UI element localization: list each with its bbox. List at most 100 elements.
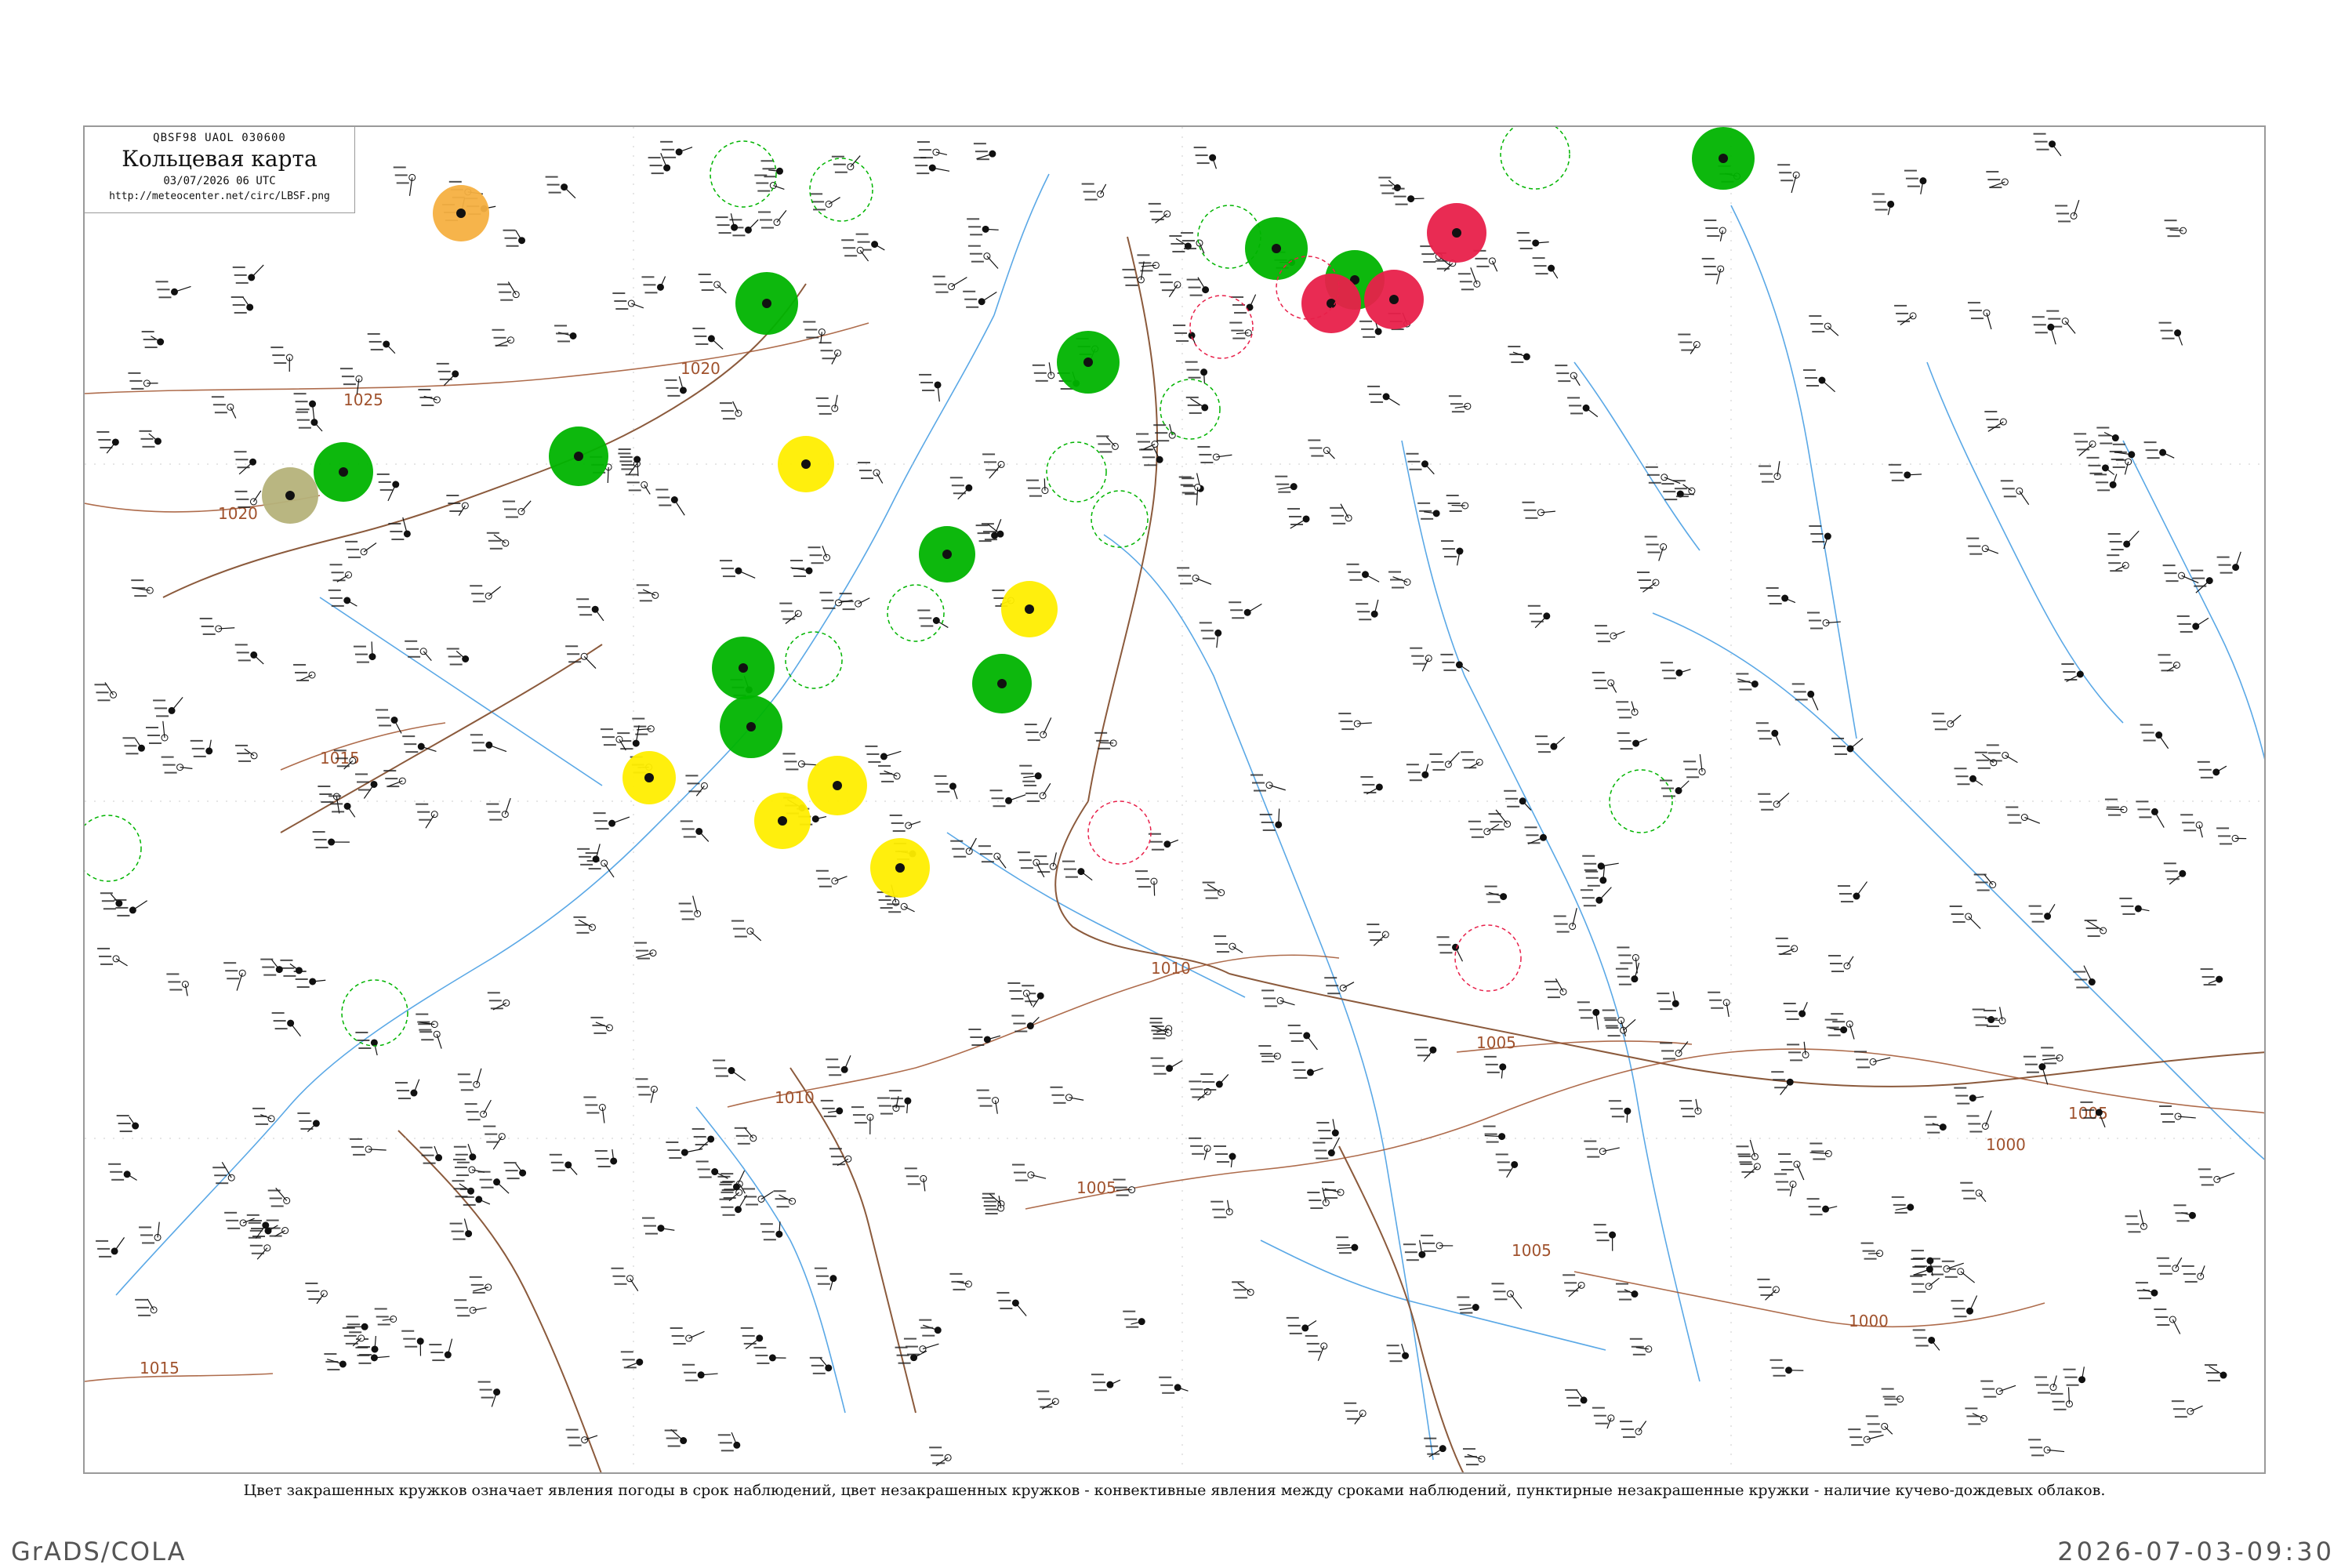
station-value-mark	[827, 1066, 840, 1069]
rain-dashed-circle[interactable]	[710, 140, 777, 208]
station-value-mark	[325, 1360, 339, 1363]
station-value-mark	[922, 1334, 935, 1337]
station-value-mark	[157, 289, 170, 291]
station-value-mark	[1347, 1417, 1360, 1420]
station-value-mark	[1192, 1152, 1205, 1155]
station-value-mark	[1986, 419, 1999, 421]
rain-dashed-circle[interactable]	[809, 158, 873, 222]
station-dot	[1163, 840, 1171, 848]
station-value-mark	[251, 1252, 264, 1254]
station-value-mark	[1007, 982, 1021, 984]
station-value-mark	[2175, 1212, 2188, 1214]
station-glyph	[904, 1167, 927, 1192]
station-glyph	[2180, 814, 2203, 838]
station-glyph	[1213, 935, 1243, 953]
station-glyph	[963, 290, 997, 308]
station-value-mark	[2201, 976, 2215, 978]
station-value-mark	[139, 430, 152, 432]
station-value-mark	[1311, 455, 1324, 457]
station-value-mark	[666, 1437, 679, 1439]
station-value-mark	[1584, 869, 1597, 871]
station-value-mark	[446, 494, 459, 496]
station-value-mark	[809, 554, 822, 557]
station-value-mark	[1868, 1431, 1882, 1433]
wind-barb	[387, 484, 397, 502]
station-value-mark	[370, 348, 383, 350]
station-glyph	[1766, 587, 1796, 605]
station-value-mark	[2076, 986, 2089, 989]
station-value-mark	[329, 564, 343, 566]
station-value-mark	[1709, 999, 1722, 1001]
station-value-mark	[485, 1133, 498, 1135]
station-glyph	[1615, 1283, 1639, 1301]
station-value-mark	[1403, 1243, 1416, 1246]
rain-dashed-circle[interactable]	[1160, 379, 1221, 440]
station-value-mark	[1849, 1436, 1863, 1439]
station-value-mark	[2055, 205, 2068, 207]
station-value-mark	[330, 803, 343, 805]
station-value-mark	[2184, 1280, 2198, 1283]
station-value-mark	[99, 1255, 112, 1258]
station-dot	[417, 742, 425, 750]
station-value-mark	[1458, 1304, 1472, 1306]
station-dot	[1617, 1017, 1625, 1025]
station-value-mark	[1686, 776, 1700, 779]
station-dot	[339, 467, 348, 477]
station-value-mark	[1618, 1298, 1632, 1301]
station-value-mark	[593, 1032, 607, 1034]
station-value-mark	[1508, 346, 1521, 348]
station-value-mark	[1787, 1044, 1800, 1046]
station-value-mark	[436, 362, 449, 365]
station-dot	[2159, 448, 2167, 456]
station-value-mark	[2174, 1416, 2187, 1418]
station-glyph	[252, 1107, 275, 1125]
station-value-mark	[585, 1104, 598, 1106]
map-canvas[interactable]: 1025102010201015101510101010100510051005…	[85, 127, 2266, 1474]
station-value-mark	[2173, 1204, 2187, 1207]
station-value-mark	[1065, 876, 1078, 878]
station-value-mark	[2026, 1071, 2039, 1073]
station-value-mark	[357, 1039, 370, 1041]
station-value-mark	[820, 1099, 833, 1102]
station-value-mark	[267, 1189, 281, 1192]
map-url[interactable]: http://meteocenter.net/circ/LBSF.png	[85, 191, 354, 202]
station-value-mark	[1469, 828, 1483, 830]
wind-barb	[1207, 884, 1221, 894]
rain-dashed-circle[interactable]	[1500, 127, 1570, 190]
synoptic-map[interactable]: 1025 1020 1020 1015 1015 1010 1010 1005 1005 1005…	[83, 125, 2266, 1474]
station-value-mark	[1779, 172, 1792, 174]
thunder-dashed-circle[interactable]	[1087, 800, 1152, 865]
station-dot	[769, 182, 777, 190]
thunder-dashed-circle[interactable]	[1454, 924, 1522, 992]
wind-barb	[2019, 490, 2030, 506]
station-glyph	[573, 916, 596, 934]
station-value-mark	[473, 601, 486, 603]
station-value-mark	[898, 1362, 911, 1364]
rain-dashed-circle[interactable]	[341, 979, 408, 1047]
rain-dashed-circle[interactable]	[1046, 441, 1107, 503]
rain-dashed-circle[interactable]	[85, 815, 142, 882]
station-value-mark	[826, 1058, 839, 1061]
station-value-mark	[1661, 1050, 1675, 1052]
station-glyph	[436, 362, 459, 387]
rain-dashed-circle[interactable]	[887, 584, 945, 642]
rain-dashed-circle[interactable]	[1091, 490, 1149, 548]
station-value-mark	[269, 1235, 282, 1237]
station-value-mark	[343, 1334, 357, 1337]
station-value-mark	[782, 753, 796, 755]
station-value-mark	[2034, 140, 2048, 143]
station-value-mark	[2005, 806, 2019, 808]
station-glyph	[212, 1162, 235, 1185]
station-value-mark	[878, 764, 891, 767]
station-value-mark	[1025, 479, 1039, 481]
station-glyph	[919, 373, 942, 402]
station-glyph	[818, 342, 842, 365]
station-value-mark	[1759, 800, 1773, 803]
station-value-mark	[720, 1206, 734, 1208]
station-dot	[746, 722, 756, 731]
station-dot	[475, 1196, 483, 1203]
thunder-dashed-circle[interactable]	[1189, 295, 1254, 359]
station-value-mark	[2218, 564, 2231, 566]
station-value-mark	[1310, 1207, 1323, 1210]
station-value-mark	[234, 451, 247, 453]
